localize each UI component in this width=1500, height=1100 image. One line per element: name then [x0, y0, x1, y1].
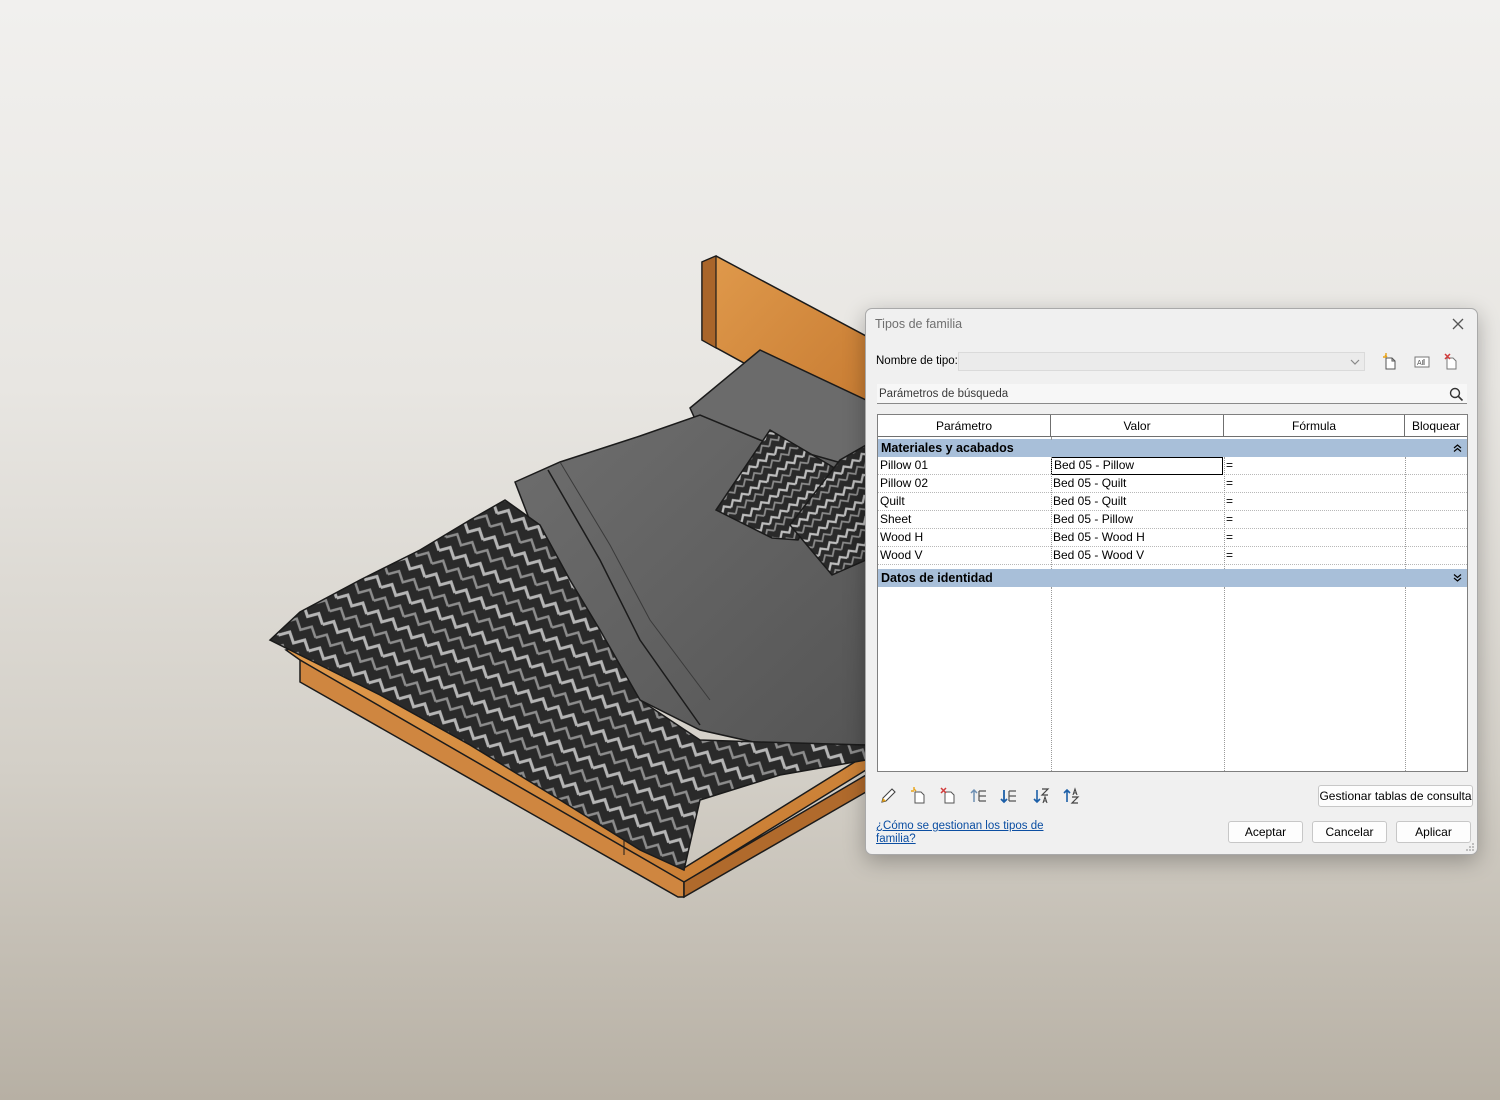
new-parameter-button[interactable] — [907, 784, 931, 808]
delete-parameter-button[interactable] — [937, 784, 961, 808]
family-types-dialog: Tipos de familia Nombre de tipo: AI Pará… — [865, 308, 1478, 855]
formula-cell[interactable]: = — [1224, 547, 1405, 565]
value-cell[interactable]: Bed 05 - Wood H — [1051, 529, 1224, 547]
value-cell[interactable]: Bed 05 - Quilt — [1051, 475, 1224, 493]
column-divider — [1051, 457, 1052, 569]
collapse-group-button[interactable] — [1451, 439, 1463, 457]
lock-cell[interactable] — [1405, 547, 1467, 565]
group-title: Datos de identidad — [881, 571, 993, 585]
new-parameter-icon — [911, 787, 925, 804]
formula-cell[interactable]: = — [1224, 475, 1405, 493]
parameter-search — [877, 384, 1467, 404]
search-button[interactable] — [1446, 384, 1466, 404]
chevron-up-double-icon — [1453, 444, 1461, 452]
table-row[interactable]: Sheet Bed 05 - Pillow = — [878, 511, 1467, 529]
lock-cell[interactable] — [1405, 493, 1467, 511]
sort-ascending-icon — [1033, 788, 1050, 804]
manage-lookup-tables-button[interactable]: Gestionar tablas de consulta — [1318, 785, 1473, 807]
lock-cell[interactable] — [1405, 511, 1467, 529]
table-row[interactable]: Pillow 02 Bed 05 - Quilt = — [878, 475, 1467, 493]
close-button[interactable] — [1445, 313, 1471, 335]
edit-parameter-icon — [881, 788, 896, 803]
close-icon — [1452, 318, 1464, 330]
search-icon — [1449, 387, 1463, 401]
sort-ascending-button[interactable] — [1030, 784, 1054, 808]
param-name-cell: Wood H — [880, 530, 924, 544]
param-name-cell: Quilt — [880, 494, 905, 508]
group-header-identity[interactable]: Datos de identidad — [878, 569, 1467, 587]
move-down-button[interactable] — [997, 784, 1021, 808]
param-name-cell: Pillow 01 — [880, 458, 929, 472]
column-header-formula[interactable]: Fórmula — [1224, 415, 1405, 437]
delete-type-button[interactable] — [1441, 351, 1463, 373]
value-cell[interactable]: Bed 05 - Quilt — [1051, 493, 1224, 511]
value-cell[interactable]: Bed 05 - Pillow — [1051, 457, 1223, 475]
column-divider — [1405, 587, 1406, 771]
expand-group-button[interactable] — [1451, 569, 1463, 587]
formula-cell[interactable]: = — [1224, 529, 1405, 547]
column-divider — [1224, 587, 1225, 771]
table-row[interactable]: Wood V Bed 05 - Wood V = — [878, 547, 1467, 565]
lock-cell[interactable] — [1405, 529, 1467, 547]
column-header-value[interactable]: Valor — [1051, 415, 1224, 437]
delete-parameter-icon — [940, 787, 955, 804]
param-name-cell: Wood V — [880, 548, 923, 562]
dialog-title: Tipos de familia — [875, 317, 963, 331]
help-link[interactable]: ¿Cómo se gestionan los tipos de familia? — [876, 820, 1056, 846]
value-cell[interactable]: Bed 05 - Pillow — [1051, 511, 1224, 529]
group-title: Materiales y acabados — [881, 441, 1014, 455]
table-row[interactable]: Wood H Bed 05 - Wood H = — [878, 529, 1467, 547]
sort-descending-icon — [1063, 787, 1080, 804]
column-divider — [1051, 437, 1052, 439]
svg-text:AI: AI — [1417, 360, 1424, 367]
column-header-parameter[interactable]: Parámetro — [878, 415, 1051, 437]
column-divider — [1405, 457, 1406, 569]
chevron-down-icon — [1350, 359, 1360, 365]
chevron-down-double-icon — [1453, 574, 1461, 582]
table-row[interactable]: Pillow 01 Bed 05 - Pillow = — [878, 457, 1467, 475]
column-divider — [1224, 457, 1225, 569]
param-name-cell: Pillow 02 — [880, 476, 929, 490]
search-input[interactable] — [879, 385, 1439, 402]
table-row[interactable]: Quilt Bed 05 - Quilt = — [878, 493, 1467, 511]
formula-cell[interactable]: = — [1224, 511, 1405, 529]
sort-descending-button[interactable] — [1060, 784, 1084, 808]
column-divider — [1051, 587, 1052, 771]
move-up-icon — [970, 788, 986, 802]
type-name-label: Nombre de tipo: — [876, 355, 958, 367]
lock-cell[interactable] — [1405, 475, 1467, 493]
move-down-icon — [1000, 790, 1016, 804]
group-header-materials[interactable]: Materiales y acabados — [878, 439, 1467, 457]
resize-grip-icon[interactable] — [1465, 842, 1475, 852]
rename-type-button[interactable]: AI — [1411, 351, 1433, 373]
apply-button[interactable]: Aplicar — [1396, 821, 1471, 843]
move-up-button[interactable] — [967, 784, 991, 808]
rename-type-icon: AI — [1414, 356, 1430, 368]
ok-button[interactable]: Aceptar — [1228, 821, 1303, 843]
new-type-icon — [1383, 353, 1396, 370]
new-type-button[interactable] — [1380, 351, 1402, 373]
edit-parameter-button[interactable] — [876, 784, 900, 808]
parameter-grid: Parámetro Valor Fórmula Bloquear Materia… — [877, 414, 1468, 772]
param-name-cell: Sheet — [880, 512, 912, 526]
column-header-lock[interactable]: Bloquear — [1405, 415, 1467, 437]
delete-type-icon — [1444, 353, 1457, 370]
lock-cell[interactable] — [1405, 457, 1467, 475]
type-name-dropdown[interactable] — [958, 352, 1365, 371]
formula-cell[interactable]: = — [1224, 457, 1405, 475]
formula-cell[interactable]: = — [1224, 493, 1405, 511]
value-cell[interactable]: Bed 05 - Wood V — [1051, 547, 1224, 565]
cancel-button[interactable]: Cancelar — [1312, 821, 1387, 843]
